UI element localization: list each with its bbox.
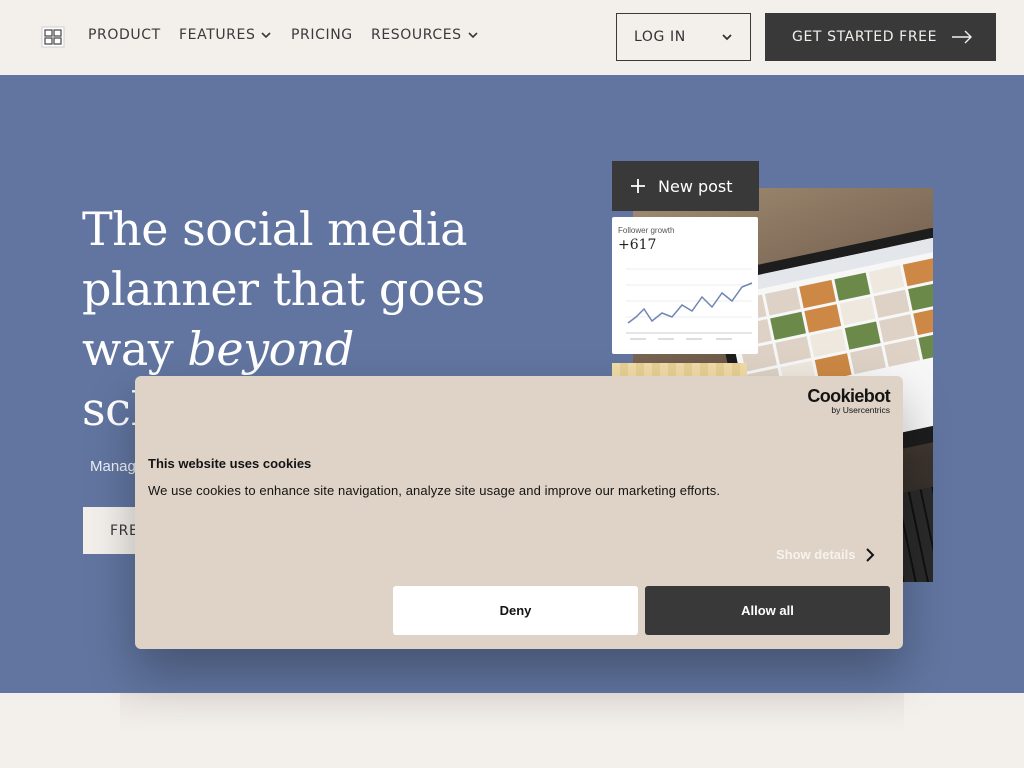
deny-button[interactable]: Deny (393, 586, 638, 635)
nav-link-label: FEATURES (179, 27, 256, 43)
hero-title-line: planner that goes (82, 262, 485, 316)
chevron-down-icon (468, 32, 478, 39)
show-details-link[interactable]: Show details (776, 547, 875, 562)
nav-link-label: PRICING (291, 27, 353, 43)
growth-card-label: Follower growth (618, 226, 675, 235)
hero-title-line: way (82, 322, 188, 376)
top-navigation: PRODUCT FEATURES PRICING RESOURCES LOG I… (0, 0, 1024, 75)
nav-link-label: RESOURCES (371, 27, 462, 43)
growth-line-chart (626, 268, 753, 340)
allow-all-button[interactable]: Allow all (645, 586, 890, 635)
cookiebot-brand-sub: by Usercentrics (831, 405, 890, 415)
cookie-title: This website uses cookies (148, 456, 312, 471)
cookiebot-logo: Cookiebot by Usercentrics (807, 387, 890, 415)
get-started-label: GET STARTED FREE (792, 29, 938, 45)
growth-card-value: +617 (618, 237, 657, 253)
chevron-down-icon (722, 34, 732, 41)
grid-logo-icon[interactable] (41, 26, 65, 48)
section-divider-shadow (120, 693, 904, 733)
chevron-right-icon (866, 547, 875, 562)
chevron-down-icon (261, 32, 272, 39)
login-label: LOG IN (634, 29, 686, 45)
cookie-description: We use cookies to enhance site navigatio… (148, 483, 721, 498)
get-started-button[interactable]: GET STARTED FREE (765, 13, 996, 61)
follower-growth-card: Follower growth +617 (612, 217, 758, 354)
cookiebot-brand: Cookiebot (807, 386, 890, 406)
nav-link-pricing[interactable]: PRICING (291, 27, 353, 43)
new-post-button[interactable]: New post (612, 161, 759, 211)
hero-title-emphasis: beyond (187, 322, 354, 376)
nav-link-features[interactable]: FEATURES (179, 27, 272, 43)
deny-label: Deny (499, 603, 532, 618)
nav-link-label: PRODUCT (88, 27, 161, 43)
show-details-label: Show details (776, 547, 856, 562)
plus-icon (631, 179, 645, 193)
arrow-right-icon (952, 30, 973, 44)
login-dropdown-button[interactable]: LOG IN (616, 13, 751, 61)
allow-all-label: Allow all (741, 603, 794, 618)
new-post-label: New post (658, 176, 733, 196)
nav-link-product[interactable]: PRODUCT (88, 27, 161, 43)
hero-subtitle: Manag (90, 458, 136, 475)
cookie-consent-dialog: Cookiebot by Usercentrics This website u… (135, 376, 903, 649)
nav-link-resources[interactable]: RESOURCES (371, 27, 479, 43)
hero-title-line: The social media (82, 202, 468, 256)
